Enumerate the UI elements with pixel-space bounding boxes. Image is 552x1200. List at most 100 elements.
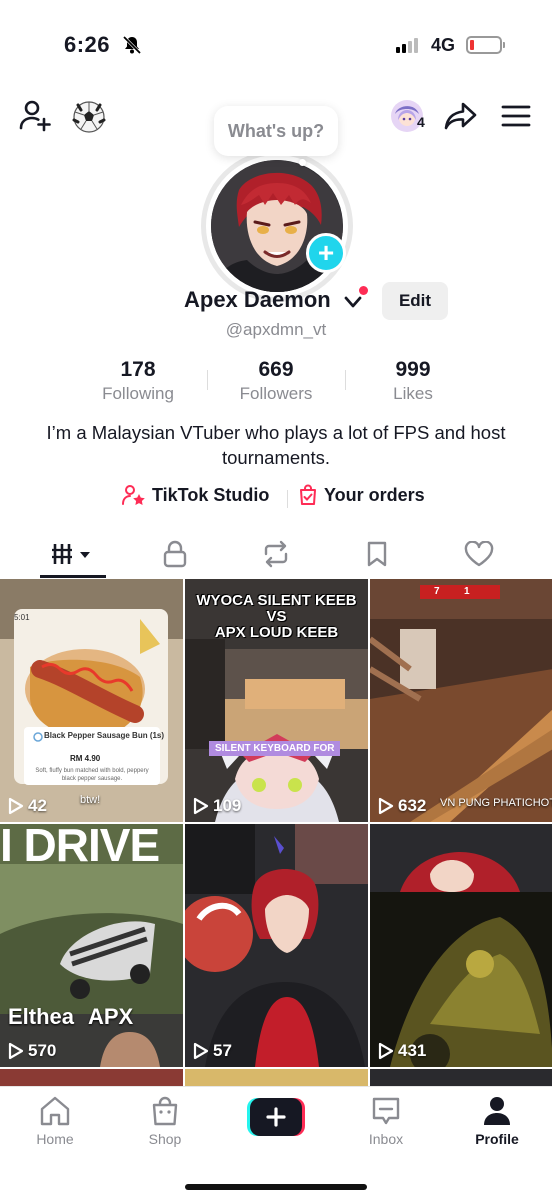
nav-inbox-label: Inbox xyxy=(368,1131,404,1147)
stat-label: Followers xyxy=(239,384,313,403)
thumb-title: WYOCA SILENT KEEB VS APX LOUD KEEB xyxy=(185,593,368,641)
thumb-headline: I DRIVE xyxy=(0,824,160,871)
play-icon xyxy=(8,1042,24,1060)
view-count: 431 xyxy=(378,1041,426,1061)
thumb-sticker: btw! xyxy=(80,794,101,806)
profile-person-icon xyxy=(484,1097,510,1125)
view-count: 570 xyxy=(8,1041,56,1061)
stat-label: Likes xyxy=(393,384,433,403)
profile-stats: 178 Following 669 Followers 999 Likes xyxy=(0,358,552,408)
profile-links: TikTok Studio Your orders xyxy=(0,484,552,512)
home-indicator xyxy=(185,1184,367,1190)
thumb-tag: Elthea xyxy=(8,1004,75,1029)
shop-bag-icon xyxy=(152,1096,178,1126)
battery-icon xyxy=(466,36,505,54)
nav-profile[interactable]: Profile xyxy=(452,1095,542,1147)
tab-liked[interactable] xyxy=(439,530,519,578)
stat-label: Following xyxy=(102,384,174,403)
nav-inbox[interactable]: Inbox xyxy=(341,1095,431,1147)
status-bubble[interactable]: What's up? xyxy=(214,106,338,156)
play-icon xyxy=(8,797,24,815)
orders-bag-icon xyxy=(300,484,316,505)
profile-name[interactable]: Apex Daemon xyxy=(184,287,331,313)
repost-icon xyxy=(264,540,288,568)
view-count-number: 42 xyxy=(28,796,47,815)
mute-bell-icon xyxy=(122,35,142,55)
view-count: 42 xyxy=(8,796,47,816)
nav-home[interactable]: Home xyxy=(10,1095,100,1147)
play-icon xyxy=(193,1042,209,1060)
video-thumbnail[interactable]: 431 xyxy=(370,824,552,1067)
tiktok-studio-label: TikTok Studio xyxy=(152,484,270,505)
nav-home-label: Home xyxy=(36,1131,74,1147)
view-count-number: 431 xyxy=(398,1041,427,1060)
video-thumbnail[interactable]: 7 1 VN PUNG PHATICHOTI 632 xyxy=(370,579,552,822)
content-tabs xyxy=(0,530,552,578)
network-type: 4G xyxy=(431,35,456,55)
bubble-tail xyxy=(299,159,306,166)
your-orders-label: Your orders xyxy=(324,484,425,505)
bookmark-icon xyxy=(367,541,387,567)
tab-videos[interactable] xyxy=(33,530,113,578)
signal-icon xyxy=(396,38,418,53)
create-button[interactable] xyxy=(247,1098,305,1136)
thumbnail-image xyxy=(370,579,552,822)
share-icon[interactable] xyxy=(444,101,478,131)
view-count-number: 109 xyxy=(213,796,242,815)
video-thumbnail[interactable]: WYOCA SILENT KEEB VS APX LOUD KEEB SILEN… xyxy=(185,579,368,822)
thumb-banner: SILENT KEYBOARD FOR xyxy=(209,741,341,756)
status-time: 6:26 xyxy=(64,32,111,57)
view-count: 57 xyxy=(193,1041,232,1061)
your-orders-link[interactable]: Your orders xyxy=(298,484,425,506)
tiktok-studio-link[interactable]: TikTok Studio xyxy=(122,484,269,506)
inbox-icon xyxy=(372,1097,400,1125)
profile-avatar[interactable] xyxy=(201,150,353,302)
soccer-ball-icon[interactable] xyxy=(72,100,106,134)
thumb-score: 1 xyxy=(464,586,470,597)
view-count: 632 xyxy=(378,796,426,816)
stat-likes[interactable]: 999 Likes xyxy=(343,358,483,404)
tab-favorites[interactable] xyxy=(337,530,417,578)
view-count-number: 57 xyxy=(213,1041,232,1060)
thumb-tag: APX xyxy=(88,1004,134,1029)
divider xyxy=(287,490,288,508)
video-thumbnail[interactable]: 57 xyxy=(185,824,368,1067)
friends-count: 4 xyxy=(417,114,425,130)
thumb-title-line: WYOCA SILENT KEEB xyxy=(196,592,357,609)
thumb-caption: VN PUNG PHATICHOTI xyxy=(440,797,552,809)
stat-followers[interactable]: 669 Followers xyxy=(206,358,346,404)
profile-handle: @apxdmn_vt xyxy=(225,320,327,339)
friends-avatar[interactable]: 4 xyxy=(389,98,427,136)
nav-shop-label: Shop xyxy=(148,1131,182,1147)
tab-private[interactable] xyxy=(135,530,215,578)
thumb-corner-text: 5:01 xyxy=(14,613,30,622)
create-plus-icon xyxy=(247,1098,305,1136)
video-thumbnail[interactable]: I DRIVE Elthea APX 570 xyxy=(0,824,183,1067)
add-friend-icon[interactable] xyxy=(18,98,52,132)
bottom-navigation: Home Shop Inbox Profile xyxy=(0,1086,552,1200)
add-story-button[interactable]: + xyxy=(306,233,346,273)
stat-following[interactable]: 178 Following xyxy=(68,358,208,404)
thumb-score: 7 xyxy=(434,586,440,597)
stat-number: 999 xyxy=(395,358,431,381)
nav-shop[interactable]: Shop xyxy=(120,1095,210,1147)
status-bar: 6:26 4G xyxy=(0,0,552,90)
thumbnail-image xyxy=(370,824,552,1067)
thumb-title-line: APX LOUD KEEB xyxy=(214,624,339,641)
edit-profile-button[interactable]: Edit xyxy=(382,282,448,320)
thumb-product-desc: Soft, fluffy bun matched with bold, pepp… xyxy=(35,768,149,782)
menu-icon[interactable] xyxy=(501,104,531,128)
video-thumbnail[interactable]: 5:01 Black Pepper Sausage Bun (1s) RM 4.… xyxy=(0,579,183,822)
thumb-title-line: VS xyxy=(266,608,287,625)
studio-icon xyxy=(122,485,145,505)
notification-dot xyxy=(359,286,368,295)
tab-reposts[interactable] xyxy=(236,530,316,578)
thumb-product-price: RM 4.90 xyxy=(70,754,101,763)
view-count: 109 xyxy=(193,796,241,816)
home-icon xyxy=(40,1096,70,1126)
chevron-down-icon[interactable] xyxy=(344,295,362,309)
heart-icon xyxy=(464,541,494,567)
nav-profile-label: Profile xyxy=(475,1131,519,1147)
view-count-number: 632 xyxy=(398,796,427,815)
play-icon xyxy=(378,797,394,815)
